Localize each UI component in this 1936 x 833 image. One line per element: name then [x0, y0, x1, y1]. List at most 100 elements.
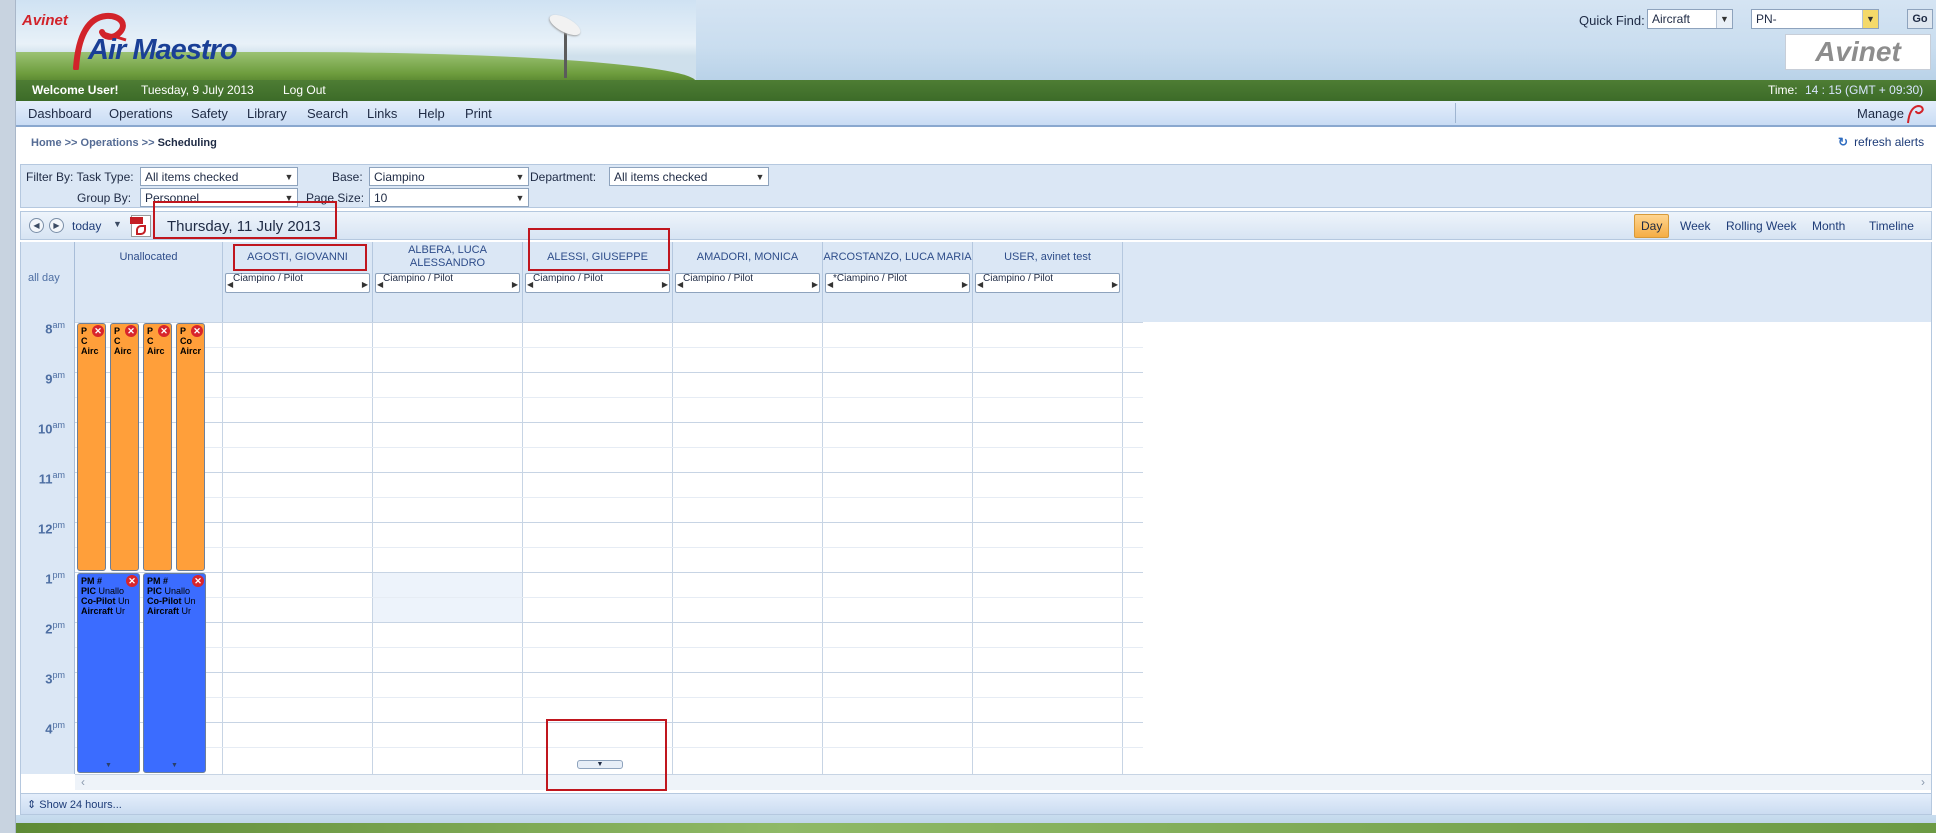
day-column-amadori[interactable] — [673, 322, 823, 774]
hour-label: 12pm — [21, 520, 69, 536]
pill-left-arrow-icon[interactable]: ◀ — [677, 280, 683, 290]
base-role-pill[interactable]: Ciampino / Pilot ◀ ▶ — [525, 273, 670, 293]
column-header-user[interactable]: USER, avinet test — [973, 242, 1123, 272]
refresh-alerts-link[interactable]: ↻ refresh alerts — [1838, 135, 1924, 149]
view-month-button[interactable]: Month — [1812, 219, 1845, 233]
day-column-alessi[interactable] — [523, 322, 673, 774]
breadcrumb-operations[interactable]: Operations >> — [81, 137, 155, 149]
column-header-label: USER, avinet test — [1004, 250, 1091, 263]
quick-find-input[interactable]: PN- ▼ — [1751, 9, 1879, 29]
base-role-pill[interactable]: *Ciampino / Pilot ◀ ▶ — [825, 273, 970, 293]
column-header-label: ALESSI, GIUSEPPE — [547, 250, 648, 263]
pill-right-arrow-icon[interactable]: ▶ — [512, 280, 518, 290]
column-header-amadori[interactable]: AMADORI, MONICA — [673, 242, 823, 272]
breadcrumb-home[interactable]: Home >> — [31, 137, 77, 149]
quick-find-type-select[interactable]: Aircraft ▼ — [1647, 9, 1733, 29]
nav-library[interactable]: Library — [247, 106, 287, 121]
hour-line — [75, 322, 1143, 323]
day-column-user[interactable] — [973, 322, 1123, 774]
close-icon[interactable]: ✕ — [158, 325, 170, 337]
pill-left-arrow-icon[interactable]: ◀ — [527, 280, 533, 290]
event-field-label: PIC — [81, 586, 97, 596]
column-header-unallocated[interactable]: Unallocated — [75, 242, 223, 272]
nav-links[interactable]: Links — [367, 106, 397, 121]
scroll-down-icon[interactable]: ▼ — [78, 761, 139, 771]
column-header-albera[interactable]: ALBERA, LUCA ALESSANDRO — [373, 242, 523, 272]
today-button[interactable]: today — [72, 219, 101, 233]
next-arrow-icon[interactable]: ▶ — [49, 218, 64, 233]
base-select[interactable]: Ciampino ▼ — [369, 167, 529, 186]
event-line: Co-Pilot Un — [147, 596, 205, 606]
page-size-select[interactable]: 10 ▼ — [369, 188, 529, 207]
nav-search[interactable]: Search — [307, 106, 348, 121]
pill-right-arrow-icon[interactable]: ▶ — [962, 280, 968, 290]
base-role-pill[interactable]: Ciampino / Pilot ◀ ▶ — [975, 273, 1120, 293]
nav-separator — [1455, 103, 1456, 123]
view-week-button[interactable]: Week — [1680, 219, 1710, 233]
unallocated-event[interactable]: ✕ P Co Aircr — [176, 323, 205, 571]
pill-left-arrow-icon[interactable]: ◀ — [227, 280, 233, 290]
scroll-down-icon[interactable]: ▼ — [144, 761, 205, 771]
unallocated-pm-event[interactable]: ✕ PM # PIC Unallo Co-Pilot Un Aircraft U… — [77, 573, 140, 773]
pill-right-arrow-icon[interactable]: ▶ — [1112, 280, 1118, 290]
close-icon[interactable]: ✕ — [126, 575, 138, 587]
pill-left-arrow-icon[interactable]: ◀ — [977, 280, 983, 290]
nav-help[interactable]: Help — [418, 106, 445, 121]
department-value: All items checked — [614, 170, 708, 184]
view-timeline-button[interactable]: Timeline — [1869, 219, 1914, 233]
scroll-down-handle[interactable]: ▼ — [577, 760, 623, 769]
manage-logo-icon — [1907, 104, 1924, 124]
pill-right-arrow-icon[interactable]: ▶ — [812, 280, 818, 290]
task-type-select[interactable]: All items checked ▼ — [140, 167, 298, 186]
column-header-agosti[interactable]: AGOSTI, GIOVANNI — [223, 242, 373, 272]
scroll-right-icon[interactable]: › — [1921, 775, 1925, 789]
hour-line — [75, 372, 1143, 373]
close-icon[interactable]: ✕ — [125, 325, 137, 337]
column-header-alessi[interactable]: ALESSI, GIUSEPPE — [523, 242, 673, 272]
nav-safety[interactable]: Safety — [191, 106, 228, 121]
prev-arrow-icon[interactable]: ◀ — [29, 218, 44, 233]
pdf-icon[interactable] — [130, 215, 151, 237]
unallocated-pm-event[interactable]: ✕ PM # PIC Unallo Co-Pilot Un Aircraft U… — [143, 573, 206, 773]
unallocated-event[interactable]: ✕ P C Airc — [143, 323, 172, 571]
unallocated-event[interactable]: ✕ P C Airc — [110, 323, 139, 571]
logout-link[interactable]: Log Out — [283, 80, 326, 101]
horizontal-scrollbar[interactable]: ‹ › — [75, 774, 1931, 790]
view-rolling-week-button[interactable]: Rolling Week — [1726, 219, 1796, 233]
user-bar: Welcome User! Tuesday, 9 July 2013 Log O… — [16, 80, 1936, 101]
hour-suffix: am — [52, 370, 65, 380]
show-24-hours-link[interactable]: ⇕ Show 24 hours... — [27, 798, 122, 811]
column-sub-amadori: Ciampino / Pilot ◀ ▶ — [673, 272, 823, 322]
day-column-arcostanzo[interactable] — [823, 322, 973, 774]
half-hour-line — [75, 747, 1143, 748]
pill-left-arrow-icon[interactable]: ◀ — [827, 280, 833, 290]
group-by-select[interactable]: Personnel ▼ — [140, 188, 298, 207]
event-field-label: Aircraft — [81, 606, 114, 616]
pill-left-arrow-icon[interactable]: ◀ — [377, 280, 383, 290]
hour-suffix: pm — [52, 670, 65, 680]
base-role-pill[interactable]: Ciampino / Pilot ◀ ▶ — [225, 273, 370, 293]
base-role-pill[interactable]: Ciampino / Pilot ◀ ▶ — [375, 273, 520, 293]
pill-right-arrow-icon[interactable]: ▶ — [362, 280, 368, 290]
day-column-agosti[interactable] — [223, 322, 373, 774]
all-day-label: all day — [28, 272, 60, 284]
go-button[interactable]: Go — [1907, 9, 1933, 29]
event-line: C — [81, 336, 88, 346]
scroll-left-icon[interactable]: ‹ — [81, 775, 85, 789]
day-column-albera[interactable] — [373, 322, 523, 774]
pill-right-arrow-icon[interactable]: ▶ — [662, 280, 668, 290]
department-select[interactable]: All items checked ▼ — [609, 167, 769, 186]
close-icon[interactable]: ✕ — [191, 325, 203, 337]
close-icon[interactable]: ✕ — [92, 325, 104, 337]
view-day-button[interactable]: Day — [1634, 214, 1670, 238]
nav-dashboard[interactable]: Dashboard — [28, 106, 92, 121]
nav-print[interactable]: Print — [465, 106, 492, 121]
nav-manage[interactable]: Manage — [1857, 106, 1904, 121]
chevron-down-icon[interactable]: ▼ — [113, 219, 122, 229]
nav-operations[interactable]: Operations — [109, 106, 173, 121]
unallocated-event[interactable]: ✕ P C Airc — [77, 323, 106, 571]
base-role-pill[interactable]: Ciampino / Pilot ◀ ▶ — [675, 273, 820, 293]
pill-label: Ciampino / Pilot — [383, 273, 454, 284]
column-header-arcostanzo[interactable]: ARCOSTANZO, LUCA MARIA — [823, 242, 973, 272]
close-icon[interactable]: ✕ — [192, 575, 204, 587]
